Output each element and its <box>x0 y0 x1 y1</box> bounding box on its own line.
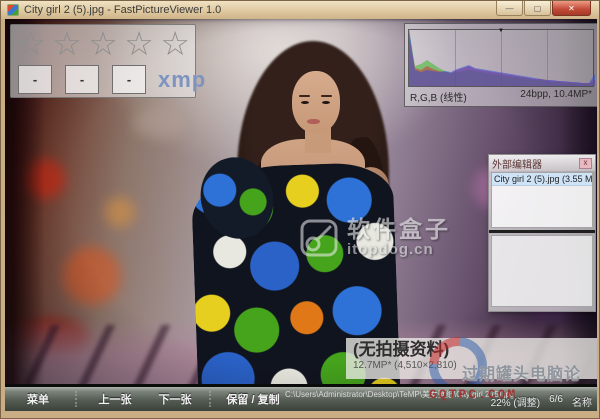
histogram-series-blue <box>409 28 595 86</box>
minimize-button[interactable]: — <box>496 1 523 16</box>
app-icon <box>7 4 19 16</box>
watermark-forum-domain: GQTPC.COM <box>429 387 518 402</box>
toolbar-separator <box>209 391 211 407</box>
window-controls: — ▢ ✕ <box>496 1 591 16</box>
star-icon[interactable]: ☆ <box>124 27 154 61</box>
histogram-marker-icon[interactable]: ▼ <box>498 28 504 34</box>
app-window: City girl 2 (5).jpg - FastPictureViewer … <box>0 0 600 419</box>
previous-image-button[interactable]: 上一张 <box>89 387 141 411</box>
histogram-svg <box>409 28 595 86</box>
watermark-softwarebox: 软件盒子 itopdog.cn <box>299 217 451 258</box>
xmp-label: xmp <box>158 66 207 92</box>
rating-panel: ☆ ☆ ☆ ☆ ☆ --- xmp <box>10 24 205 98</box>
softwarebox-logo-icon <box>300 219 338 256</box>
sort-mode-text: 名称 <box>572 398 592 409</box>
star-icon[interactable]: ☆ <box>88 27 118 61</box>
editors-close-icon[interactable]: x <box>579 157 592 169</box>
star-icon[interactable]: ☆ <box>16 27 46 61</box>
label-box-row: --- <box>18 65 146 94</box>
star-row: ☆ ☆ ☆ ☆ ☆ <box>11 25 195 63</box>
histogram-mode-label: R,G,B (线性) <box>410 93 467 104</box>
xmp-label-box[interactable]: - <box>18 65 52 94</box>
maximize-button[interactable]: ▢ <box>524 1 551 16</box>
toolbar-separator <box>75 391 77 407</box>
xmp-row: --- xmp <box>11 65 205 94</box>
editor-file-item[interactable]: City girl 2 (5).jpg (3.55 MB) <box>492 173 592 186</box>
histogram-depth-label: 24bpp, 10.4MP* <box>520 89 592 100</box>
star-icon[interactable]: ☆ <box>52 27 82 61</box>
star-icon[interactable]: ☆ <box>160 27 190 61</box>
watermark-domain: itopdog.cn <box>347 241 434 258</box>
external-editors-panel: 外部编辑器 x City girl 2 (5).jpg (3.55 MB) <box>488 154 596 312</box>
next-image-button[interactable]: 下一张 <box>149 387 201 411</box>
image-index-text: 6/6 <box>549 394 563 405</box>
editor-empty-list[interactable] <box>491 235 593 307</box>
window-title: City girl 2 (5).jpg - FastPictureViewer … <box>24 4 222 16</box>
close-button[interactable]: ✕ <box>552 1 591 16</box>
watermark-title: 软件盒子 <box>347 216 451 242</box>
histogram-panel: ▼ R,G,B (线性) 24bpp, 10.4MP* <box>404 23 597 107</box>
image-canvas[interactable]: 软件盒子 itopdog.cn (无拍摄资料) 12.7MP* (4,510×2… <box>5 19 597 411</box>
xmp-label-box[interactable]: - <box>112 65 146 94</box>
editor-file-list[interactable]: City girl 2 (5).jpg (3.55 MB) <box>491 172 593 228</box>
editors-panel-title: 外部编辑器 <box>492 159 542 171</box>
keep-copy-button[interactable]: 保留 / 复制 <box>219 387 287 411</box>
xmp-label-box[interactable]: - <box>65 65 99 94</box>
histogram-plot: ▼ <box>408 28 595 87</box>
panel-divider <box>489 230 595 233</box>
menu-button[interactable]: 菜单 <box>15 387 61 411</box>
